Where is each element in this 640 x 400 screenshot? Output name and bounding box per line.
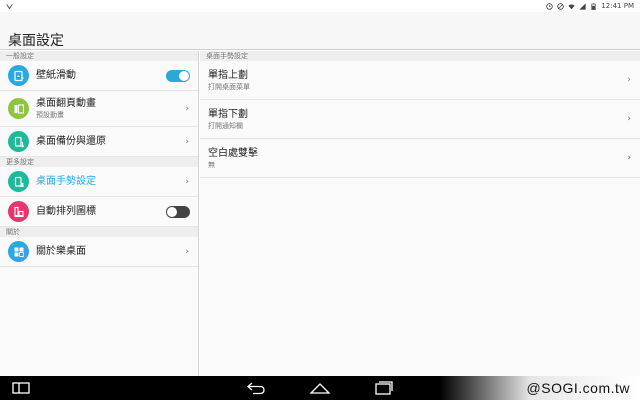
- chevron-right-icon: ›: [185, 136, 189, 147]
- gesture-swipe-down[interactable]: 單指下劃 打開通知欄 ›: [200, 100, 640, 139]
- wallpaper-icon: [8, 65, 29, 86]
- alarm-icon: [546, 2, 554, 10]
- chevron-right-icon: ›: [185, 103, 189, 114]
- watermark: @SOGI.com.tw: [440, 376, 640, 400]
- toggle-knob: [179, 70, 189, 81]
- recent-apps-icon[interactable]: [374, 376, 394, 400]
- notification-icon: [6, 3, 13, 9]
- gesture-label: 單指下劃: [208, 108, 248, 120]
- signal-icon: [579, 2, 586, 10]
- page-transition-icon: [8, 98, 29, 119]
- action-bar: 桌面設定: [0, 12, 640, 50]
- setting-backup-restore[interactable]: 桌面備份與還原 ›: [0, 127, 198, 157]
- setting-label: 桌面手勢設定: [36, 176, 96, 187]
- home-icon[interactable]: [309, 376, 331, 400]
- toggle-knob: [167, 206, 177, 217]
- auto-arrange-toggle[interactable]: [166, 205, 190, 218]
- setting-page-transition[interactable]: 桌面翻頁動畫 預設動畫 ›: [0, 91, 198, 127]
- chevron-right-icon: ›: [185, 246, 189, 257]
- setting-about[interactable]: 關於樂桌面 ›: [0, 237, 198, 267]
- backup-icon: [8, 131, 29, 152]
- section-header-general: 一般設定: [0, 51, 198, 61]
- gesture-action: 無: [208, 160, 215, 169]
- section-header-more: 更多設定: [0, 157, 198, 167]
- battery-icon: [591, 2, 596, 10]
- about-icon: [8, 241, 29, 262]
- gesture-label: 空白處雙擊: [208, 147, 258, 159]
- wallpaper-scroll-toggle[interactable]: [166, 69, 190, 82]
- setting-auto-arrange[interactable]: 自動排列圖標: [0, 197, 198, 227]
- setting-label: 壁紙滑動: [36, 70, 76, 81]
- auto-arrange-icon: [8, 201, 29, 222]
- chevron-right-icon: ›: [627, 114, 631, 124]
- setting-label: 桌面備份與還原: [36, 136, 106, 147]
- gesture-swipe-up[interactable]: 單指上劃 打開桌面菜單 ›: [200, 61, 640, 100]
- status-bar: 12:41 PM: [0, 0, 640, 12]
- setting-gestures[interactable]: 桌面手勢設定 ›: [0, 167, 198, 197]
- setting-label: 自動排列圖標: [36, 206, 96, 217]
- split-screen-icon[interactable]: [12, 376, 30, 400]
- setting-label: 關於樂桌面: [36, 246, 86, 257]
- section-header-gestures: 桌面手勢設定: [200, 51, 640, 61]
- page-title: 桌面設定: [8, 33, 64, 49]
- chevron-right-icon: ›: [627, 153, 631, 163]
- wifi-icon: [568, 3, 575, 9]
- gesture-label: 單指上劃: [208, 69, 248, 81]
- gesture-action: 打開通知欄: [208, 121, 243, 130]
- gesture-action: 打開桌面菜單: [208, 82, 250, 91]
- mute-icon: [557, 2, 565, 10]
- gesture-settings-detail: 桌面手勢設定 單指上劃 打開桌面菜單 › 單指下劃 打開通知欄 › 空白處雙擊 …: [200, 51, 640, 376]
- chevron-right-icon: ›: [627, 75, 631, 85]
- section-header-about: 關於: [0, 227, 198, 237]
- setting-subtitle: 預設動畫: [36, 111, 64, 119]
- chevron-right-icon: ›: [185, 176, 189, 187]
- setting-label: 桌面翻頁動畫: [36, 98, 96, 109]
- back-icon[interactable]: [246, 376, 266, 400]
- status-time: 12:41 PM: [601, 2, 634, 10]
- settings-list: 一般設定 壁紙滑動 桌面翻頁動畫 預設動畫 › 桌面備份與還原 › 更多設定 桌…: [0, 51, 199, 376]
- setting-wallpaper-scroll[interactable]: 壁紙滑動: [0, 61, 198, 91]
- gesture-double-tap[interactable]: 空白處雙擊 無 ›: [200, 139, 640, 178]
- gesture-icon: [8, 171, 29, 192]
